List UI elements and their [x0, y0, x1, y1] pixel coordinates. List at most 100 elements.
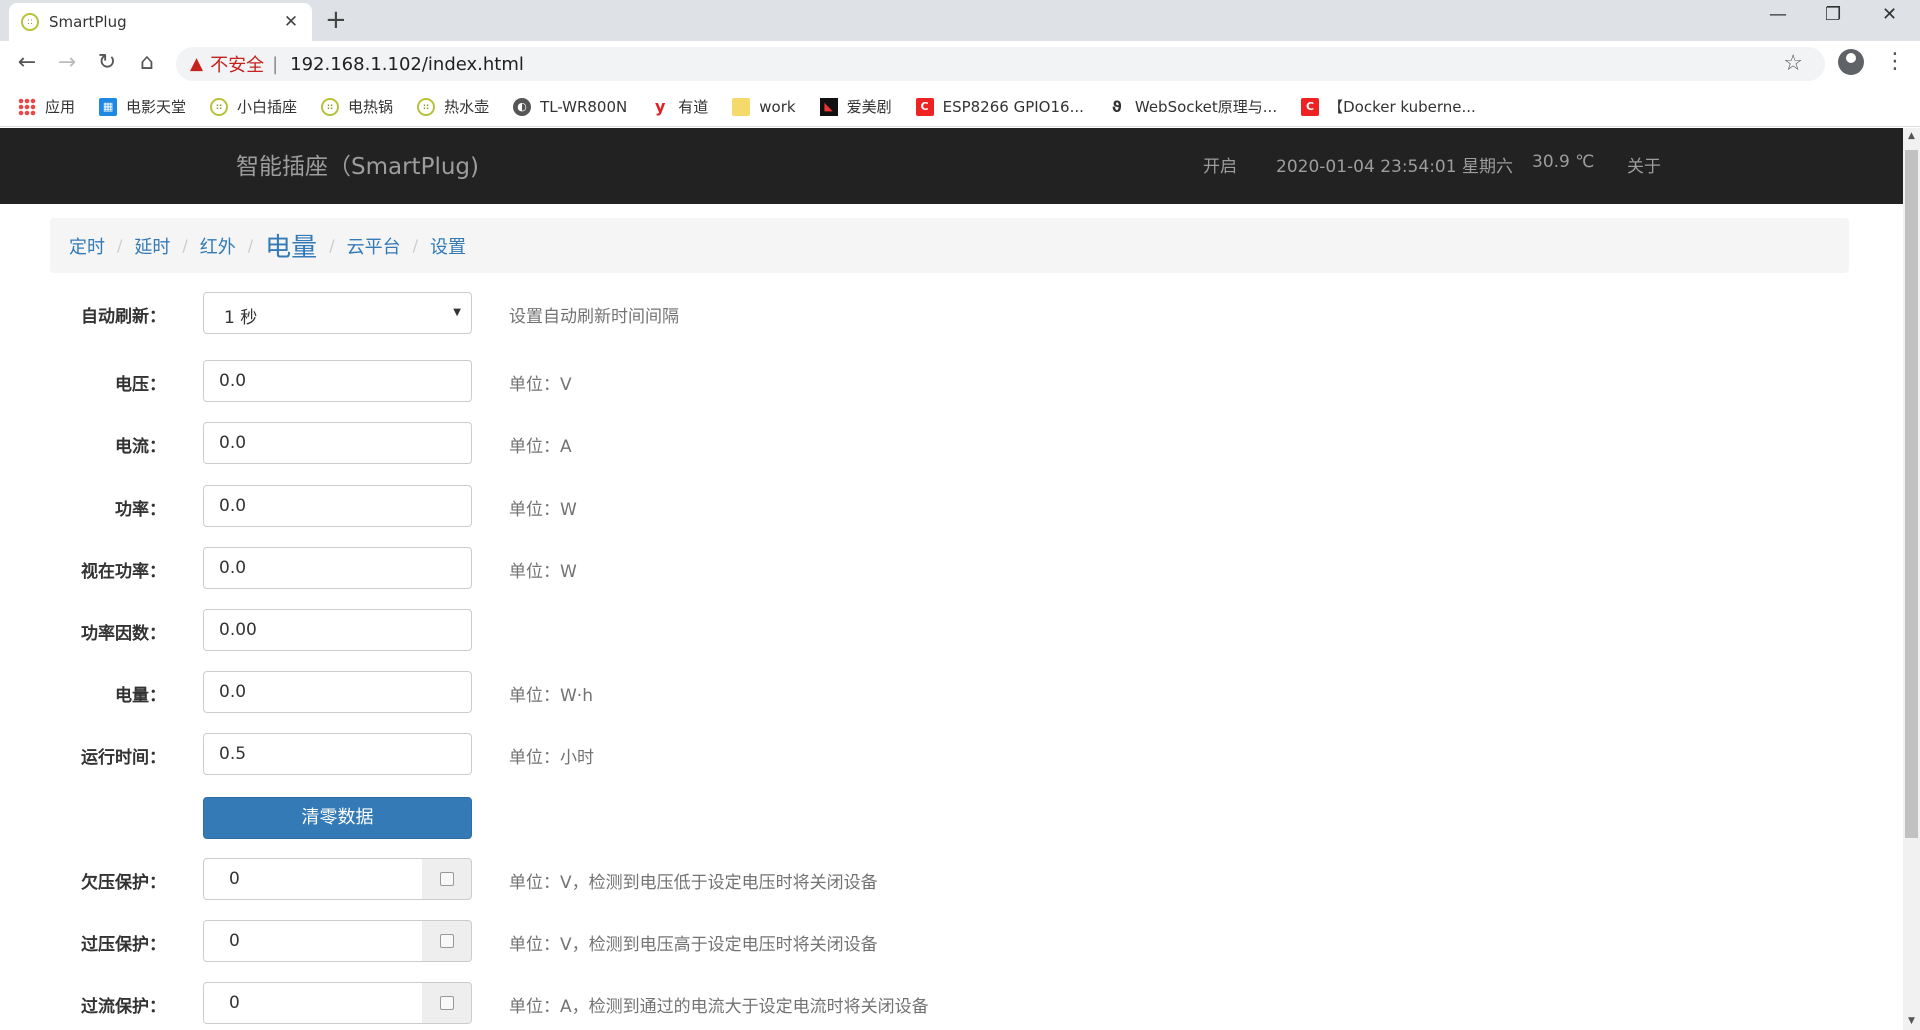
websocket-icon: ϑ [1111, 97, 1122, 116]
overcurrent-field[interactable]: 0 [203, 982, 423, 1024]
minimize-icon[interactable]: — [1769, 4, 1787, 25]
undervoltage-help: 单位：V，检测到电压低于设定电压时将关闭设备 [509, 873, 878, 893]
bookmark-label: 小白插座 [237, 98, 298, 116]
power-field[interactable]: 0.0 [203, 485, 472, 527]
bookmark-kettle[interactable]: :: 热水壶 [417, 96, 489, 117]
bookmark-label: 热水壶 [444, 98, 490, 116]
bookmark-websocket[interactable]: ϑ WebSocket原理与... [1108, 96, 1277, 117]
chevron-down-icon: ▼ [453, 307, 461, 318]
power-help: 单位：W [509, 500, 577, 520]
current-help: 单位：A [509, 437, 572, 457]
youdao-icon: y [655, 97, 666, 116]
runtime-help: 单位：小时 [509, 748, 594, 768]
bookmark-router[interactable]: ◐ TL-WR800N [513, 97, 627, 116]
apparent-power-row: 视在功率： 0.0 单位：W [0, 547, 1903, 589]
tab-title: SmartPlug [49, 13, 127, 31]
tab-close-icon[interactable]: ✕ [282, 12, 300, 32]
undervoltage-row: 欠压保护： 0 单位：V，检测到电压低于设定电压时将关闭设备 [0, 858, 1903, 900]
back-icon[interactable]: ← [12, 49, 42, 77]
energy-field[interactable]: 0.0 [203, 671, 472, 713]
globe-icon: ◐ [513, 97, 532, 116]
power-row: 功率： 0.0 单位：W [0, 485, 1903, 527]
runtime-row: 运行时间： 0.5 单位：小时 [0, 733, 1903, 775]
clear-data-button[interactable]: 清零数据 [203, 797, 472, 839]
auto-refresh-row: 自动刷新： 1 秒 ▼ 设置自动刷新时间间隔 [0, 292, 1903, 334]
omnibox[interactable]: ▲ 不安全 | 192.168.1.102/index.html ☆ [176, 47, 1825, 81]
bookmark-label: 有道 [678, 98, 709, 116]
page-scrollbar[interactable]: ▲ ▼ [1903, 128, 1920, 1030]
scroll-down-icon[interactable]: ▼ [1903, 1013, 1920, 1030]
apparent-power-field[interactable]: 0.0 [203, 547, 472, 589]
overcurrent-help: 单位：A，检测到通过的电流大于设定电流时将关闭设备 [509, 997, 929, 1017]
bookmark-docker[interactable]: C 【Docker kuberne... [1301, 96, 1476, 117]
energy-row: 电量： 0.0 单位：W·h [0, 671, 1903, 713]
crumb-cloud[interactable]: 云平台 [347, 233, 401, 259]
overcurrent-row: 过流保护： 0 单位：A，检测到通过的电流大于设定电流时将关闭设备 [0, 982, 1903, 1024]
runtime-label: 运行时间： [81, 748, 166, 768]
scroll-thumb[interactable] [1905, 150, 1918, 838]
overvoltage-row: 过压保护： 0 单位：V，检测到电压高于设定电压时将关闭设备 [0, 920, 1903, 962]
profile-icon[interactable] [1838, 49, 1864, 75]
bookmark-star-icon[interactable]: ☆ [1783, 51, 1803, 76]
voltage-field[interactable]: 0.0 [203, 360, 472, 402]
browser-tab[interactable]: :: SmartPlug ✕ [9, 3, 312, 41]
power-factor-field[interactable]: 0.00 [203, 609, 472, 651]
bookmark-esp8266[interactable]: C ESP8266 GPIO16... [915, 97, 1084, 116]
restore-icon[interactable]: ❐ [1825, 4, 1841, 25]
overcurrent-addon [422, 982, 472, 1024]
plug-icon: :: [321, 97, 340, 116]
runtime-field[interactable]: 0.5 [203, 733, 472, 775]
current-field[interactable]: 0.0 [203, 422, 472, 464]
crumb-separator: / [412, 236, 418, 255]
crumb-settings[interactable]: 设置 [430, 233, 466, 259]
address-bar-row: ← → ↻ ⌂ ▲ 不安全 | 192.168.1.102/index.html… [0, 41, 1920, 87]
top-navbar: 智能插座（SmartPlug) 开启 2020-01-04 23:54:01 星… [0, 128, 1903, 204]
power-factor-row: 功率因数： 0.00 [0, 609, 1903, 651]
new-tab-icon[interactable]: + [325, 7, 347, 33]
datetime-display: 2020-01-04 23:54:01 星期六 [1276, 157, 1513, 177]
auto-refresh-select[interactable]: 1 秒 ▼ [203, 292, 472, 334]
menu-icon[interactable]: ⋮ [1884, 49, 1906, 75]
plug-icon: :: [210, 97, 229, 116]
page-viewport: 智能插座（SmartPlug) 开启 2020-01-04 23:54:01 星… [0, 128, 1920, 1030]
brand-title[interactable]: 智能插座（SmartPlug) [236, 147, 479, 181]
crumb-infrared[interactable]: 红外 [200, 233, 236, 259]
undervoltage-field[interactable]: 0 [203, 858, 423, 900]
plug-icon: :: [417, 97, 436, 116]
energy-label: 电量： [115, 686, 166, 706]
home-icon[interactable]: ⌂ [132, 49, 162, 77]
movie-icon: ▦ [99, 97, 118, 116]
apparent-power-label: 视在功率： [81, 562, 166, 582]
temperature-display: 30.9 ℃ [1532, 152, 1595, 172]
power-status[interactable]: 开启 [1203, 152, 1237, 177]
bookmark-label: 电热锅 [348, 98, 394, 116]
plug-favicon-icon: :: [21, 13, 39, 31]
power-factor-label: 功率因数： [81, 624, 166, 644]
crumb-delay[interactable]: 延时 [134, 233, 170, 259]
bookmark-youdao[interactable]: y 有道 [651, 96, 708, 117]
about-link[interactable]: 关于 [1627, 152, 1661, 177]
voltage-row: 电压： 0.0 单位：V [0, 360, 1903, 402]
undervoltage-label: 欠压保护： [81, 873, 166, 893]
reload-icon[interactable]: ↻ [92, 49, 122, 77]
forward-icon[interactable]: → [52, 49, 82, 77]
close-window-icon[interactable]: ✕ [1882, 4, 1897, 25]
undervoltage-checkbox[interactable] [439, 872, 454, 886]
crumb-separator: / [182, 236, 188, 255]
bookmark-movie[interactable]: ▦ 电影天堂 [99, 96, 186, 117]
bookmark-aimeiju[interactable]: ◣ 爱美剧 [819, 96, 892, 117]
bookmark-label: ESP8266 GPIO16... [942, 97, 1084, 116]
overcurrent-checkbox[interactable] [439, 996, 454, 1010]
bookmark-cooker[interactable]: :: 电热锅 [321, 96, 393, 117]
overvoltage-checkbox[interactable] [439, 934, 454, 948]
bookmark-xiaobai[interactable]: :: 小白插座 [210, 96, 297, 117]
undervoltage-addon [422, 858, 472, 900]
current-row: 电流： 0.0 单位：A [0, 422, 1903, 464]
overvoltage-label: 过压保护： [81, 935, 166, 955]
scroll-up-icon[interactable]: ▲ [1903, 128, 1920, 145]
crumb-energy[interactable]: 电量 [265, 227, 317, 264]
bookmark-apps[interactable]: 应用 [18, 96, 75, 117]
crumb-timer[interactable]: 定时 [69, 233, 105, 259]
bookmark-work[interactable]: work [732, 97, 796, 116]
overvoltage-field[interactable]: 0 [203, 920, 423, 962]
